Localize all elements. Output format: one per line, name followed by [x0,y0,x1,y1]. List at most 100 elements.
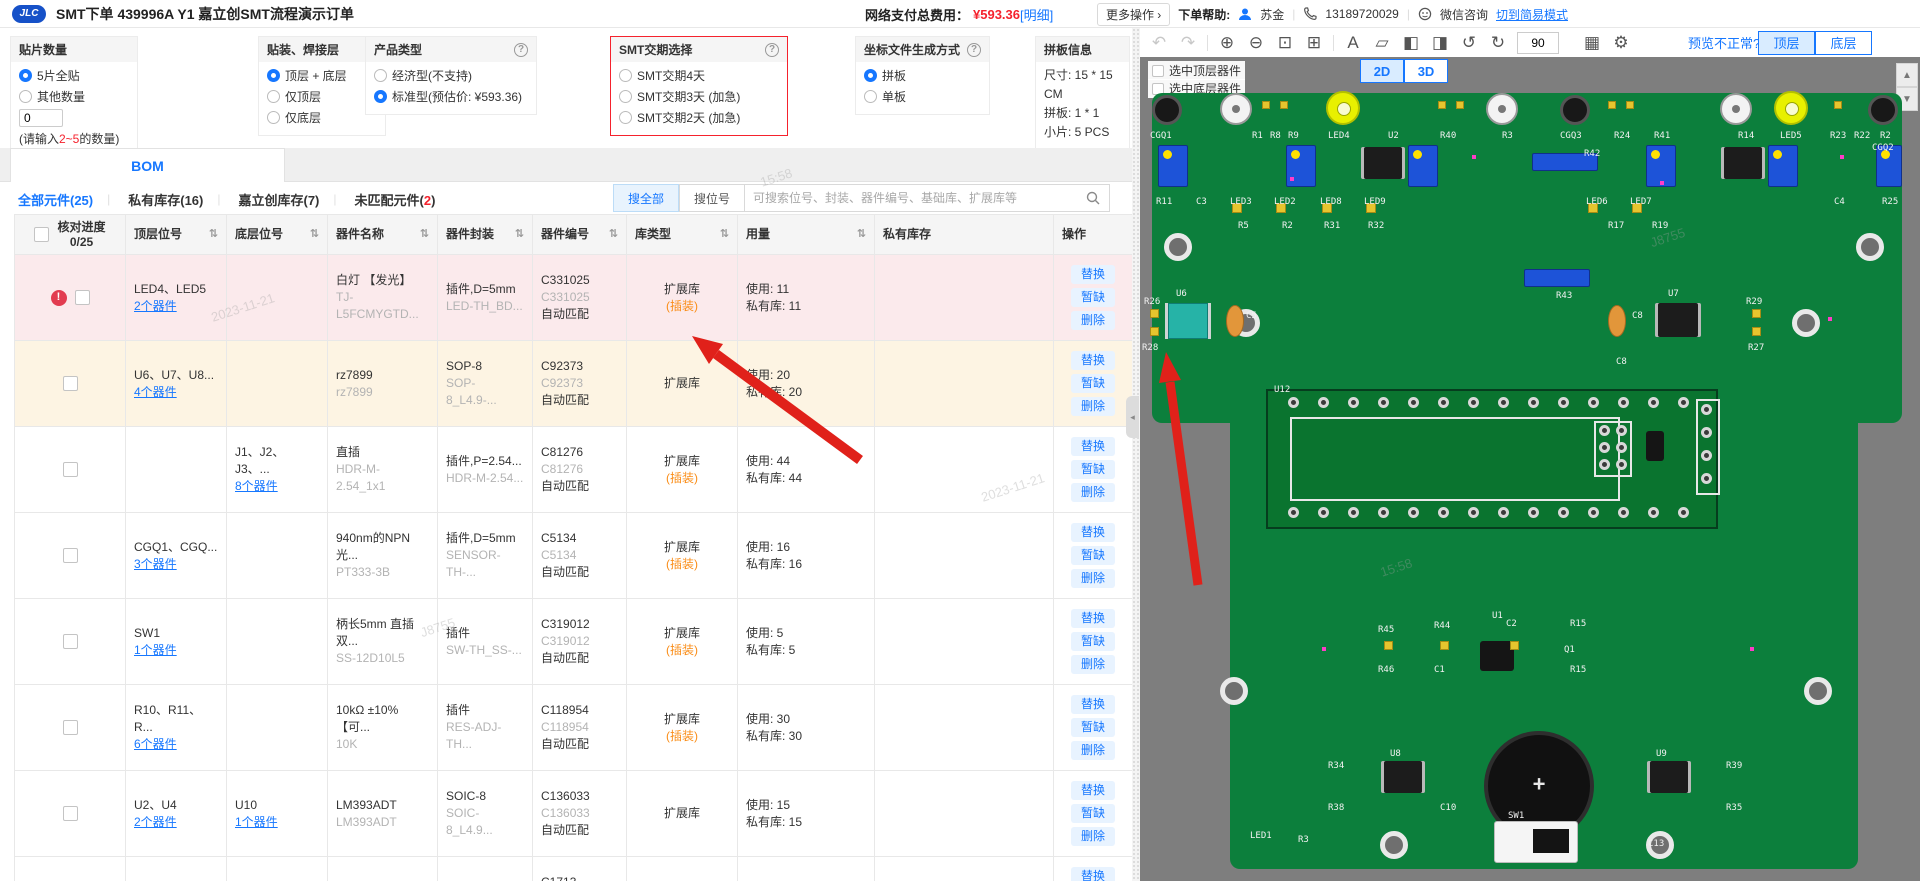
device-count-link[interactable]: 1个器件 [134,642,218,659]
option-qty-all[interactable]: 5片全贴 [19,66,129,87]
action-delete-button[interactable]: 删除 [1071,311,1115,330]
flip-horizontal-icon[interactable]: ◧ [1401,33,1421,53]
bottom-layer-button[interactable]: 底层 [1815,31,1872,55]
fee-detail-link[interactable]: [明细] [1020,5,1053,24]
zoom-out-icon[interactable]: ⊖ [1246,33,1266,53]
option-delivery-3d[interactable]: SMT交期3天 (加急) [619,87,779,108]
option-standard[interactable]: 标准型(预估价: ¥593.36) [374,87,528,108]
wechat-link[interactable]: 微信咨询 [1440,6,1488,23]
action-replace-button[interactable]: 替换 [1071,265,1115,284]
radio-selected-icon[interactable] [19,69,32,82]
action-delete-button[interactable]: 删除 [1071,741,1115,760]
action-delete-button[interactable]: 删除 [1071,483,1115,502]
action-replace-button[interactable]: 替换 [1071,609,1115,628]
export-image-icon[interactable]: ▦ [1582,33,1602,53]
device-count-link[interactable]: 6个器件 [134,736,218,753]
device-count-link[interactable]: 2个器件 [134,814,218,831]
row-checkbox[interactable] [63,806,78,821]
action-shortage-button[interactable]: 暂缺 [1071,288,1115,307]
action-shortage-button[interactable]: 暂缺 [1071,546,1115,565]
action-shortage-button[interactable]: 暂缺 [1071,804,1115,823]
search-input[interactable] [745,191,1085,205]
rotate-angle-input[interactable] [1517,32,1559,54]
other-qty-input[interactable] [19,109,63,127]
simple-mode-link[interactable]: 切到简易模式 [1496,6,1568,23]
device-count-link[interactable]: 1个器件 [235,814,319,831]
collapse-handle-icon[interactable]: ◂ [1126,396,1139,438]
filter-link-1[interactable]: 私有库存(16) [128,190,203,209]
scroll-up-icon[interactable]: ▲ [1896,63,1918,87]
view-2d-button[interactable]: 2D [1360,59,1404,83]
device-count-link[interactable]: 3个器件 [134,556,218,573]
action-delete-button[interactable]: 删除 [1071,655,1115,674]
option-delivery-2d[interactable]: SMT交期2天 (加急) [619,108,779,129]
row-checkbox[interactable] [63,548,78,563]
top-layer-button[interactable]: 顶层 [1758,31,1815,55]
device-count-link[interactable]: 4个器件 [134,384,218,401]
action-shortage-button[interactable]: 暂缺 [1071,374,1115,393]
option-panelized[interactable]: 拼板 [864,66,981,87]
action-delete-button[interactable]: 删除 [1071,827,1115,846]
option-layer-both[interactable]: 顶层 + 底层 [267,66,377,87]
flip-vertical-icon[interactable]: ◨ [1430,33,1450,53]
search-icon[interactable] [1085,190,1101,206]
view-3d-button[interactable]: 3D [1404,59,1448,83]
undo-icon[interactable]: ↶ [1149,33,1169,53]
sort-icon[interactable]: ⇅ [609,226,618,243]
filter-link-3[interactable]: 未匹配元件(2) [355,190,436,209]
search-all-button[interactable]: 搜全部 [613,184,679,212]
help-icon[interactable]: ? [514,43,528,57]
help-icon[interactable]: ? [765,43,779,57]
option-single[interactable]: 单板 [864,87,981,108]
option-delivery-4d[interactable]: SMT交期4天 [619,66,779,87]
action-delete-button[interactable]: 删除 [1071,569,1115,588]
preview-issue-link[interactable]: 预览不正常? [1688,33,1760,52]
radio-icon[interactable] [19,90,32,103]
select-top-components-option[interactable]: 选中顶层器件 [1148,61,1245,80]
row-checkbox[interactable] [63,720,78,735]
action-replace-button[interactable]: 替换 [1071,523,1115,542]
zoom-window-icon[interactable]: ⊡ [1275,33,1295,53]
option-qty-other[interactable]: 其他数量 [19,87,129,129]
action-replace-button[interactable]: 替换 [1071,695,1115,714]
redo-icon[interactable]: ↷ [1178,33,1198,53]
tab-bom[interactable]: BOM [10,148,285,182]
zoom-fit-icon[interactable]: ⊞ [1304,33,1324,53]
row-checkbox[interactable] [63,634,78,649]
action-replace-button[interactable]: 替换 [1071,351,1115,370]
sort-icon[interactable]: ⇅ [857,226,866,243]
user-name[interactable]: 苏金 [1260,6,1284,23]
align-top-icon[interactable]: ▱ [1372,33,1392,53]
select-all-checkbox[interactable] [34,227,49,242]
action-replace-button[interactable]: 替换 [1071,437,1115,456]
option-economy[interactable]: 经济型(不支持) [374,66,528,87]
align-text-icon[interactable]: A [1343,33,1363,53]
filter-link-2[interactable]: 嘉立创库存(7) [239,190,320,209]
rotate-right-icon[interactable]: ↻ [1488,33,1508,53]
filter-link-0[interactable]: 全部元件(25) [18,190,93,209]
row-checkbox[interactable] [63,376,78,391]
action-shortage-button[interactable]: 暂缺 [1071,718,1115,737]
sort-icon[interactable]: ⇅ [310,226,319,243]
action-replace-button[interactable]: 替换 [1071,867,1115,881]
search-position-button[interactable]: 搜位号 [679,184,745,212]
action-shortage-button[interactable]: 暂缺 [1071,632,1115,651]
option-layer-top[interactable]: 仅顶层 [267,87,377,108]
device-count-link[interactable]: 2个器件 [134,298,218,315]
action-delete-button[interactable]: 删除 [1071,397,1115,416]
pcb-canvas[interactable]: 选中顶层器件 选中底层器件 2D 3D ▲ ▼ CGQ1R1R8R9LED4U2… [1140,57,1920,881]
device-count-link[interactable]: 8个器件 [235,478,319,495]
row-checkbox[interactable] [63,462,78,477]
option-layer-bottom[interactable]: 仅底层 [267,108,377,129]
zoom-in-icon[interactable]: ⊕ [1217,33,1237,53]
sort-icon[interactable]: ⇅ [209,226,218,243]
more-actions-button[interactable]: 更多操作 › [1097,3,1170,26]
rotate-left-icon[interactable]: ↺ [1459,33,1479,53]
phone-number[interactable]: 13189720029 [1325,7,1398,21]
sort-icon[interactable]: ⇅ [515,226,524,243]
sort-icon[interactable]: ⇅ [720,226,729,243]
sort-icon[interactable]: ⇅ [420,226,429,243]
row-checkbox[interactable] [75,290,90,305]
help-icon[interactable]: ? [967,43,981,57]
action-shortage-button[interactable]: 暂缺 [1071,460,1115,479]
